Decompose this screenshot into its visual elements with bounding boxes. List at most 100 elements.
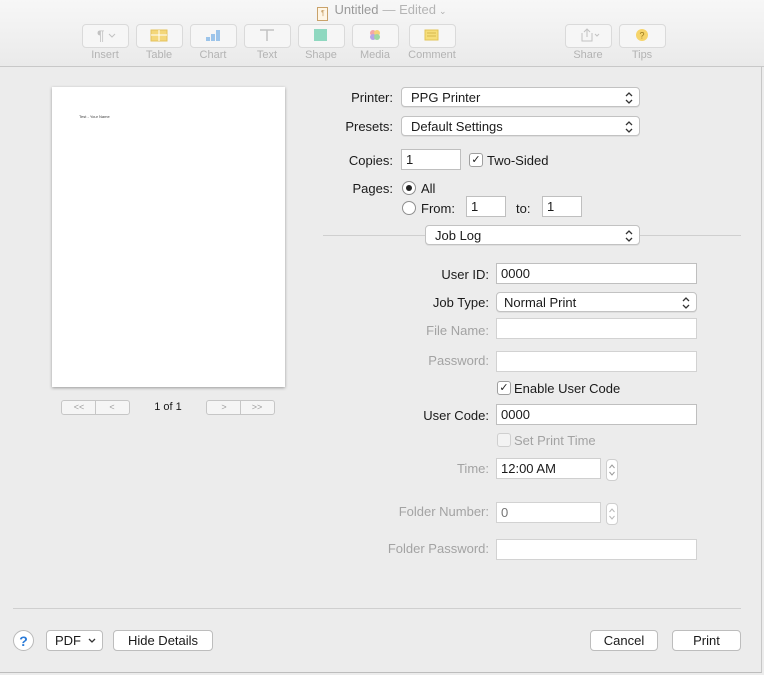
folder-password-field[interactable] [496, 539, 697, 560]
updown-arrows-icon [625, 92, 633, 104]
pdf-label: PDF [55, 633, 81, 648]
job-type-value: Normal Print [504, 295, 577, 310]
document-title[interactable]: ¶ Untitled — Edited ⌄ [0, 2, 764, 21]
last-page-icon[interactable]: >> [241, 401, 273, 413]
time-label: Time: [456, 461, 489, 476]
presets-value: Default Settings [411, 119, 503, 134]
copies-field[interactable]: 1 [401, 149, 461, 170]
share-icon [581, 28, 600, 42]
pages-to-field[interactable]: 1 [542, 196, 582, 217]
print-button[interactable]: Print [672, 630, 741, 651]
preview-page-text: Test - Your Name [79, 114, 110, 119]
two-sided-checkbox[interactable]: ✓ [469, 153, 483, 167]
table-label: Table [145, 49, 173, 61]
pages-to-label: to: [516, 201, 531, 216]
pages-from-radio[interactable] [402, 201, 416, 215]
folder-number-field[interactable] [496, 502, 601, 523]
folder-number-label: Folder Number: [398, 504, 489, 519]
two-sided-label: Two-Sided [487, 153, 549, 168]
file-name-field[interactable] [496, 318, 697, 339]
comment-label: Comment [408, 49, 456, 61]
page-preview: Test - Your Name [52, 87, 285, 387]
job-type-label: Job Type: [432, 295, 489, 310]
presets-label: Presets: [345, 119, 393, 134]
media-label: Media [360, 49, 390, 61]
shape-button[interactable] [298, 24, 345, 48]
hide-details-button[interactable]: Hide Details [113, 630, 213, 651]
pager-back-group: << < [61, 400, 130, 415]
section-value: Job Log [435, 228, 482, 243]
comment-icon [424, 29, 439, 41]
printer-value: PPG Printer [411, 90, 481, 105]
pages-from-field[interactable]: 1 [466, 196, 506, 217]
text-icon [260, 29, 274, 41]
enable-user-code-checkbox[interactable]: ✓ [497, 381, 511, 395]
tips-icon: ? [636, 29, 648, 41]
media-icon [370, 30, 380, 40]
password-label: Password: [428, 353, 489, 368]
first-page-icon[interactable]: << [63, 401, 95, 413]
document-status: — Edited [382, 2, 436, 17]
window-toolbar: ¶ Untitled — Edited ⌄ ¶ Insert Table Chart … [0, 0, 764, 67]
user-id-field[interactable]: 0000 [496, 263, 697, 284]
help-button[interactable]: ? [13, 630, 34, 651]
user-id-label: User ID: [441, 267, 489, 282]
chevron-down-icon [88, 638, 96, 643]
set-print-time-label: Set Print Time [514, 433, 596, 448]
document-name: Untitled [334, 2, 379, 17]
shape-icon [314, 29, 327, 41]
text-label: Text [256, 49, 278, 61]
presets-popup[interactable]: Default Settings [401, 116, 640, 136]
printer-popup[interactable]: PPG Printer [401, 87, 640, 107]
table-button[interactable] [136, 24, 183, 48]
insert-label: Insert [91, 49, 119, 61]
share-button[interactable] [565, 24, 612, 48]
time-field[interactable]: 12:00 AM [496, 458, 601, 479]
pages-all-radio[interactable] [402, 181, 416, 195]
pages-all-label: All [421, 181, 436, 196]
comment-button[interactable] [409, 24, 456, 48]
copies-label: Copies: [348, 153, 393, 168]
next-page-icon[interactable]: > [208, 401, 240, 413]
printer-label: Printer: [351, 90, 393, 105]
user-code-field[interactable]: 0000 [496, 404, 697, 425]
pdf-menu-button[interactable]: PDF [46, 630, 103, 651]
insert-button[interactable]: ¶ [82, 24, 129, 48]
password-field[interactable] [496, 351, 697, 372]
section-popup[interactable]: Job Log [425, 225, 640, 245]
tips-label: Tips [631, 49, 653, 61]
previous-page-icon[interactable]: < [96, 401, 128, 413]
svg-text:¶: ¶ [97, 28, 105, 42]
shape-label: Shape [305, 49, 337, 61]
pilcrow-icon: ¶ [97, 28, 116, 42]
updown-arrows-icon [625, 230, 633, 242]
tips-button[interactable]: ? [619, 24, 666, 48]
share-label: Share [573, 49, 603, 61]
stepper-arrows-icon [609, 508, 615, 520]
updown-arrows-icon [682, 297, 690, 309]
enable-user-code-label: Enable User Code [514, 381, 621, 396]
file-name-label: File Name: [426, 323, 489, 338]
cancel-button[interactable]: Cancel [590, 630, 658, 651]
folder-password-label: Folder Password: [387, 541, 489, 556]
user-code-label: User Code: [423, 408, 489, 423]
pages-from-label: From: [421, 201, 455, 216]
media-button[interactable] [352, 24, 399, 48]
stepper-arrows-icon [609, 464, 615, 476]
chart-button[interactable] [190, 24, 237, 48]
set-print-time-checkbox[interactable] [497, 433, 511, 447]
svg-text:?: ? [640, 31, 645, 41]
table-icon [150, 29, 168, 42]
folder-number-stepper[interactable] [606, 503, 618, 525]
page-count: 1 of 1 [154, 401, 182, 413]
pages-label: Pages: [352, 181, 393, 196]
pager-forward-group: > >> [206, 400, 275, 415]
footer-divider [13, 608, 741, 609]
chevron-down-icon: ⌄ [439, 6, 447, 16]
job-type-popup[interactable]: Normal Print [496, 292, 697, 312]
updown-arrows-icon [625, 121, 633, 133]
chart-icon [206, 30, 220, 41]
text-button[interactable] [244, 24, 291, 48]
time-stepper[interactable] [606, 459, 618, 481]
pages-document-icon: ¶ [317, 7, 329, 21]
